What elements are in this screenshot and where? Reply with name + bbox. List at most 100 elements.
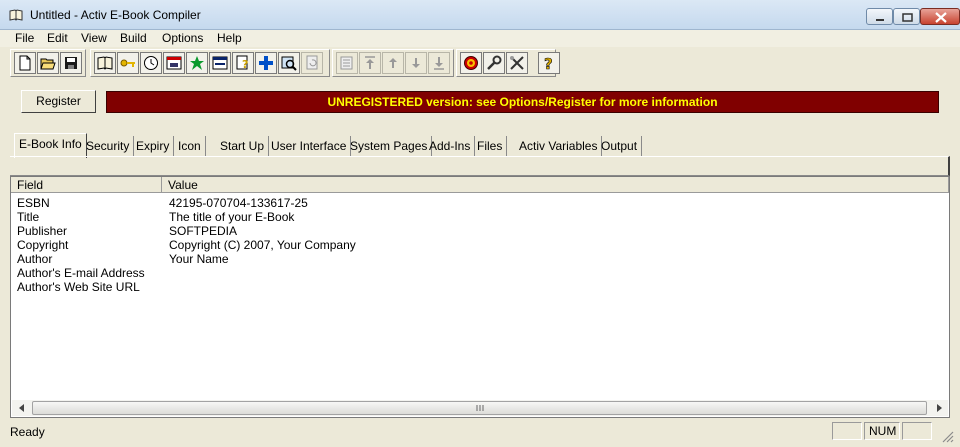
compile-target-button[interactable]	[460, 52, 482, 74]
move-bottom-icon	[434, 57, 444, 70]
move-up-button[interactable]	[382, 52, 404, 74]
new-file-button[interactable]	[14, 52, 36, 74]
calendar-button[interactable]	[163, 52, 185, 74]
move-down-icon	[412, 58, 420, 68]
close-button[interactable]	[920, 8, 960, 25]
minimize-icon	[876, 19, 884, 21]
wrench-button[interactable]	[483, 52, 505, 74]
resize-grip-icon[interactable]	[940, 429, 954, 443]
column-header-value[interactable]: Value	[162, 177, 949, 193]
grip-icon	[476, 405, 484, 411]
title-bar: Untitled - Activ E-Book Compiler	[0, 0, 960, 30]
book-button[interactable]	[94, 52, 116, 74]
tools-icon	[510, 56, 524, 70]
move-top-button[interactable]	[359, 52, 381, 74]
table-row[interactable]: ESBN 42195-070704-133617-25	[11, 196, 949, 210]
close-icon	[935, 12, 947, 23]
tools-button[interactable]	[506, 52, 528, 74]
save-disk-icon	[65, 57, 77, 69]
column-header-field[interactable]: Field	[11, 177, 162, 193]
tab-system-pages[interactable]: System Pages	[346, 136, 433, 156]
value-cell: Your Name	[169, 252, 229, 266]
table-row[interactable]: Title The title of your E-Book	[11, 210, 949, 224]
wrench-icon	[487, 55, 502, 70]
move-bottom-button[interactable]	[428, 52, 450, 74]
search-image-icon	[281, 56, 297, 71]
field-cell: Title	[17, 210, 40, 224]
table-row[interactable]: Author Your Name	[11, 252, 949, 266]
scrollbar-thumb[interactable]	[32, 401, 927, 415]
help-button[interactable]: ?	[538, 52, 560, 74]
field-cell: Author's Web Site URL	[17, 280, 140, 294]
book-app-icon	[9, 9, 23, 21]
tab-expiry[interactable]: Expiry	[132, 136, 175, 156]
green-star-icon	[190, 56, 204, 70]
star-button[interactable]	[186, 52, 208, 74]
value-cell: 42195-070704-133617-25	[169, 196, 308, 210]
field-value-grid: Field Value ESBN 42195-070704-133617-25 T…	[10, 176, 950, 418]
minimize-button[interactable]	[866, 8, 893, 25]
key-button[interactable]	[117, 52, 139, 74]
expiry-clock-button[interactable]	[140, 52, 162, 74]
table-row[interactable]: Publisher SOFTPEDIA	[11, 224, 949, 238]
menu-options[interactable]: Options	[162, 31, 203, 45]
unregistered-banner: UNREGISTERED version: see Options/Regist…	[106, 91, 939, 113]
value-cell: The title of your E-Book	[169, 210, 295, 224]
tab-activ-variables[interactable]: Activ Variables	[515, 136, 603, 156]
table-row[interactable]: Author's Web Site URL	[11, 280, 949, 294]
table-row[interactable]: Author's E-mail Address	[11, 266, 949, 280]
calendar-icon	[166, 56, 182, 70]
move-top-icon	[365, 56, 375, 69]
window-title: Untitled - Activ E-Book Compiler	[30, 8, 201, 22]
maximize-button[interactable]	[893, 8, 920, 25]
tab-icon[interactable]: Icon	[174, 136, 206, 156]
value-cell: Copyright (C) 2007, Your Company	[169, 238, 356, 252]
maximize-icon	[902, 13, 913, 22]
tab-user-interface[interactable]: User Interface	[267, 136, 352, 156]
menu-view[interactable]: View	[81, 31, 107, 45]
scroll-right-icon[interactable]	[932, 402, 946, 414]
target-icon	[464, 56, 478, 70]
move-down-button[interactable]	[405, 52, 427, 74]
field-cell: Publisher	[17, 224, 68, 238]
plus-icon	[259, 56, 273, 70]
question-icon: ?	[544, 55, 553, 71]
tab-start-up[interactable]: Start Up	[216, 136, 270, 156]
open-folder-icon	[40, 58, 56, 70]
tab-add-ins[interactable]: Add-Ins	[425, 136, 476, 156]
status-text: Ready	[10, 425, 45, 439]
toolbar: ? ?	[10, 49, 958, 79]
menu-build[interactable]: Build	[120, 31, 147, 45]
search-image-button[interactable]	[278, 52, 300, 74]
clock-icon	[144, 56, 158, 70]
help-page-button[interactable]: ?	[232, 52, 254, 74]
refresh-button[interactable]	[301, 52, 323, 74]
register-button[interactable]: Register	[21, 90, 96, 113]
key-icon	[120, 59, 135, 67]
properties-button[interactable]	[336, 52, 358, 74]
tab-ebook-info[interactable]: E-Book Info	[14, 133, 87, 158]
add-button[interactable]	[255, 52, 277, 74]
tab-files[interactable]: Files	[473, 136, 508, 156]
field-cell: Copyright	[17, 238, 69, 252]
tab-output[interactable]: Output	[597, 136, 643, 156]
tab-security[interactable]: Security	[82, 136, 135, 156]
status-bar: Ready NUM	[0, 421, 960, 447]
horizontal-scrollbar[interactable]	[12, 400, 948, 416]
table-row[interactable]: Copyright Copyright (C) 2007, Your Compan…	[11, 238, 949, 252]
grid-header: Field Value	[11, 177, 949, 193]
menu-help[interactable]: Help	[217, 31, 242, 45]
window-button[interactable]	[209, 52, 231, 74]
move-up-icon	[389, 58, 397, 68]
num-lock-indicator: NUM	[864, 422, 900, 440]
menu-file[interactable]: File	[15, 31, 34, 45]
menu-bar: File Edit View Build Options Help	[0, 30, 960, 47]
save-button[interactable]	[60, 52, 82, 74]
new-file-icon	[19, 55, 31, 71]
open-folder-button[interactable]	[37, 52, 59, 74]
menu-edit[interactable]: Edit	[47, 31, 68, 45]
scroll-left-icon[interactable]	[15, 402, 29, 414]
field-cell: Author	[17, 252, 53, 266]
window-icon	[212, 56, 228, 70]
svg-text:?: ?	[544, 55, 553, 71]
